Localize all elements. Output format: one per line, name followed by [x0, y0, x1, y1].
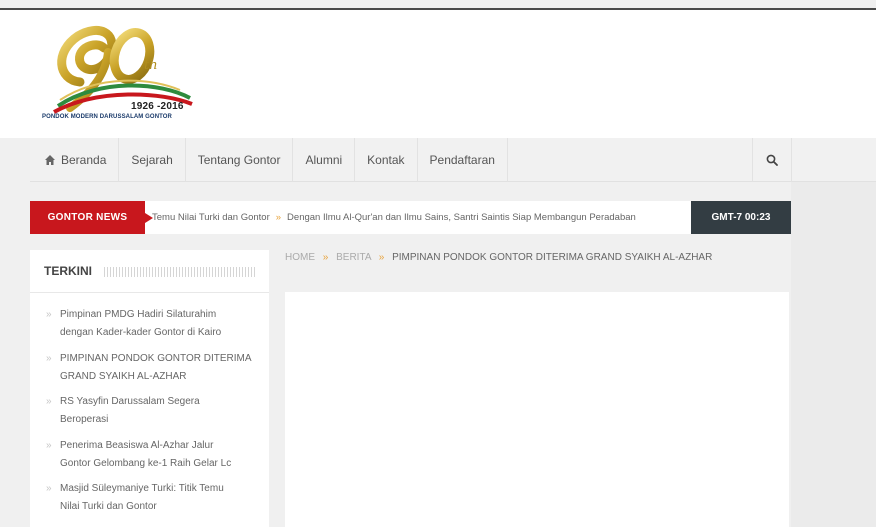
- sidebar-terkini: TERKINI » Pimpinan PMDG Hadiri Silaturah…: [30, 250, 269, 527]
- list-item[interactable]: » RS Yasyfin Darussalam Segera Beroperas…: [30, 393, 269, 437]
- nav-item-label: Tentang Gontor: [197, 153, 281, 167]
- site-logo[interactable]: th 1926 -2016 PONDOK MODERN DARUSSALAM G…: [40, 22, 230, 132]
- logo-years: 1926 -2016: [131, 101, 184, 112]
- sidebar-title-decoration: [104, 267, 256, 277]
- chevron-right-icon: »: [378, 252, 385, 263]
- breadcrumb-home[interactable]: HOME: [285, 252, 315, 263]
- nav-item-label: Alumni: [305, 153, 343, 167]
- nav-item-alumni[interactable]: Alumni: [293, 138, 356, 182]
- nav-item-label: Beranda: [61, 153, 107, 167]
- chevron-right-icon: »: [46, 352, 52, 364]
- nav-item-label: Sejarah: [131, 153, 173, 167]
- list-item-line: RS Yasyfin Darussalam Segera: [60, 396, 200, 407]
- list-item-line: Nilai Turki dan Gontor: [60, 501, 157, 512]
- sidebar-title: TERKINI: [44, 264, 92, 278]
- sidebar-header: TERKINI: [30, 250, 269, 293]
- chevron-right-icon: »: [322, 252, 329, 263]
- chevron-right-icon: »: [46, 439, 52, 451]
- nav-item-beranda[interactable]: Beranda: [30, 138, 120, 182]
- main-nav: Beranda Sejarah Tentang Gontor Alumni Ko…: [30, 138, 876, 182]
- page-margin-right: [791, 182, 876, 527]
- ticker-label: GONTOR NEWS: [30, 201, 153, 234]
- list-item-line: Beroperasi: [60, 414, 109, 425]
- nav-item-label: Kontak: [367, 153, 405, 167]
- nav-item-pendaftaran[interactable]: Pendaftaran: [418, 138, 508, 182]
- list-item[interactable]: » Masjid Süleymaniye Turki: Titik Temu N…: [30, 480, 269, 524]
- logo-suffix: th: [144, 58, 158, 73]
- nav-item-label: Pendaftaran: [429, 153, 495, 167]
- search-icon: [766, 154, 778, 166]
- list-item-line: Penerima Beasiswa Al-Azhar Jalur: [60, 439, 214, 451]
- list-item-line: GRAND SYAIKH AL-AZHAR: [60, 370, 187, 382]
- ticker-item[interactable]: Dengan Ilmu Al-Qur'an dan Ilmu Sains, Sa…: [287, 212, 636, 223]
- list-item[interactable]: » Penerima Beasiswa Al-Azhar Jalur Gonto…: [30, 437, 269, 481]
- chevron-right-icon: »: [46, 309, 52, 320]
- breadcrumb-current: PIMPINAN PONDOK GONTOR DITERIMA GRAND SY…: [392, 252, 713, 263]
- home-icon: [45, 155, 55, 165]
- list-item-line: Gontor Gelombang ke-1 Raih Gelar Lc: [60, 457, 232, 469]
- chevron-right-icon: »: [46, 483, 52, 494]
- breadcrumb-section[interactable]: BERITA: [336, 252, 371, 263]
- news-ticker: GONTOR NEWS Temu Nilai Turki dan Gontor …: [30, 201, 791, 234]
- nav-item-tentang-gontor[interactable]: Tentang Gontor: [186, 138, 294, 182]
- ticker-items: Temu Nilai Turki dan Gontor » Dengan Ilm…: [152, 201, 688, 234]
- logo-org-name: PONDOK MODERN DARUSSALAM GONTOR: [42, 114, 172, 120]
- search-button[interactable]: [752, 138, 792, 182]
- list-item[interactable]: » Pimpinan PMDG Hadiri Silaturahim denga…: [30, 306, 269, 350]
- list-item-line: Masjid Süleymaniye Turki: Titik Temu: [60, 483, 224, 494]
- article-content: [285, 292, 789, 527]
- list-item-line: Pimpinan PMDG Hadiri Silaturahim: [60, 309, 217, 320]
- chevron-right-icon: »: [46, 396, 52, 407]
- breadcrumb: HOME » BERITA » PIMPINAN PONDOK GONTOR D…: [285, 252, 712, 263]
- nav-item-sejarah[interactable]: Sejarah: [119, 138, 186, 182]
- list-item-line: PIMPINAN PONDOK GONTOR DITERIMA: [60, 352, 252, 364]
- ticker-item[interactable]: Temu Nilai Turki dan Gontor: [152, 212, 270, 223]
- sidebar-list: » Pimpinan PMDG Hadiri Silaturahim denga…: [30, 306, 269, 524]
- nav-item-kontak[interactable]: Kontak: [355, 138, 418, 182]
- list-item-line: dengan Kader-kader Gontor di Kairo: [60, 327, 222, 338]
- chevron-right-icon: »: [275, 212, 282, 223]
- ticker-time: GMT-7 00:23: [691, 201, 791, 234]
- list-item[interactable]: » PIMPINAN PONDOK GONTOR DITERIMA GRAND …: [30, 350, 269, 394]
